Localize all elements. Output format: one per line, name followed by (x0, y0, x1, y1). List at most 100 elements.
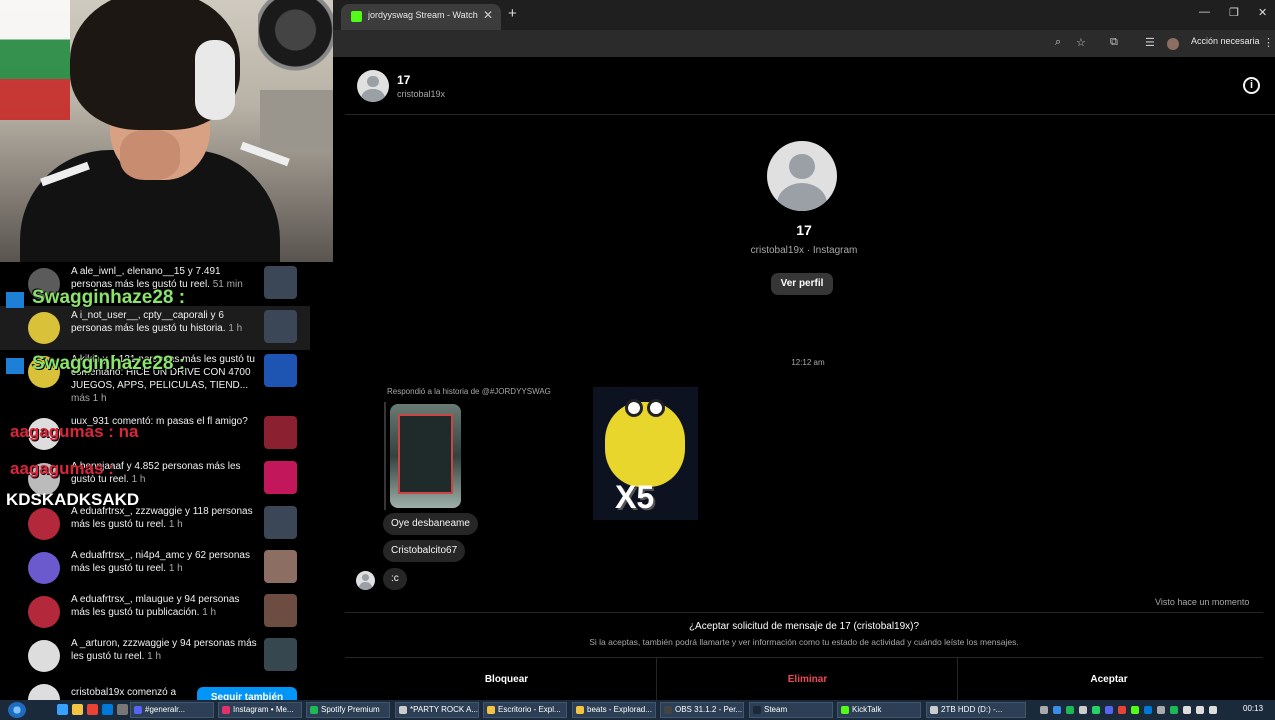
header-username: cristobal19x (397, 89, 446, 99)
app-icon[interactable] (117, 704, 128, 715)
taskbar-item[interactable]: KickTalk (837, 702, 921, 718)
notification-thumbnail (264, 506, 297, 539)
start-button[interactable] (8, 702, 26, 718)
message-bubble[interactable]: Oye desbaneame (383, 513, 478, 535)
volume-icon[interactable] (1183, 706, 1191, 714)
system-tray (1040, 703, 1235, 717)
accept-button[interactable]: Aceptar (959, 658, 1259, 702)
request-title: ¿Aceptar solicitud de mensaje de 17 (cri… (688, 621, 920, 632)
fan-object (258, 0, 333, 100)
notification-time: 1 h (202, 607, 217, 618)
tray-icon[interactable] (1040, 706, 1048, 714)
taskbar-item[interactable]: *PARTY ROCK A... (395, 702, 479, 718)
minimize-button[interactable]: — (1199, 6, 1210, 18)
browser-toolbar: ⌕ ☆ ⧉ ☰ Acción necesaria ⋮ (333, 30, 1275, 57)
tray-icon[interactable] (1079, 706, 1087, 714)
notification-item[interactable]: A eduafrtrsx_, mlaugue y 94 personas más… (0, 590, 310, 634)
avatar (28, 684, 60, 700)
tray-icon[interactable] (1053, 706, 1061, 714)
maximize-button[interactable]: ❐ (1229, 6, 1239, 19)
tray-icon[interactable] (1144, 706, 1152, 714)
notification-time: 1 h (168, 519, 183, 530)
taskbar-item[interactable]: Escritorio - Expl... (483, 702, 567, 718)
taskbar-item[interactable]: Spotify Premium (306, 702, 390, 718)
dm-header: 17 cristobal19x i (345, 57, 1275, 115)
sticker-eye (625, 399, 643, 417)
notification-thumbnail (264, 310, 297, 343)
notification-text: A i_not_user__, cpty__caporali y 6 perso… (71, 310, 226, 334)
chat-overlay-text: Swagginhaze28 : (32, 353, 186, 374)
clock[interactable]: 00:13 (1243, 704, 1263, 713)
person-hand (120, 130, 180, 180)
request-actions: Bloquear Eliminar Aceptar (345, 657, 1263, 702)
sticker-image[interactable]: X5 (593, 387, 698, 520)
notification-text: A _arturon, zzzwaggie y 94 personas más … (71, 638, 257, 662)
tray-icon[interactable] (1170, 706, 1178, 714)
avatar[interactable] (357, 70, 389, 102)
reading-list-icon[interactable]: ☰ (1145, 36, 1155, 49)
profile-name: 17 (796, 222, 812, 238)
notification-time: 1 h (228, 323, 243, 334)
notification-item[interactable]: A eduafrtrsx_, ni4p4_amc y 62 personas m… (0, 546, 310, 590)
profile-avatar-icon[interactable] (1167, 38, 1179, 50)
taskbar-item[interactable]: #generalr... (130, 702, 214, 718)
taskbar-item[interactable]: OBS 31.1.2 - Per... (660, 702, 744, 718)
browser-window: jordyyswag Stream - Watch Live ✕ + — ❐ ✕… (333, 0, 1275, 702)
battery-icon[interactable] (1209, 706, 1217, 714)
tray-icon[interactable] (1118, 706, 1126, 714)
sticker-eye (647, 399, 665, 417)
tab-kick-stream[interactable]: jordyyswag Stream - Watch Live ✕ (341, 4, 501, 30)
tray-icon[interactable] (1157, 706, 1165, 714)
stream-overlay: A ale_iwnl_, elenano__15 y 7.491 persona… (0, 0, 333, 700)
tab-close-icon[interactable]: ✕ (483, 8, 493, 22)
story-thumbnail[interactable] (390, 404, 461, 508)
menu-icon[interactable]: ⋮ (1263, 36, 1274, 49)
action-required-button[interactable]: Acción necesaria (1191, 36, 1260, 46)
story-screen-image (398, 414, 453, 494)
taskbar-item[interactable]: Instagram • Me... (218, 702, 302, 718)
message-bubble[interactable]: :c (383, 568, 407, 590)
avatar (28, 552, 60, 584)
chat-overlay-text: KDSKADKSAKD (6, 490, 140, 509)
tray-icon[interactable] (1066, 706, 1074, 714)
avatar (28, 596, 60, 628)
zoom-icon[interactable]: ⌕ (1055, 36, 1061, 49)
follow-back-button[interactable]: Seguir también (197, 687, 297, 700)
avatar (28, 640, 60, 672)
header-name[interactable]: 17 (397, 73, 410, 87)
notification-item[interactable]: A _arturon, zzzwaggie y 94 personas más … (0, 634, 310, 678)
taskbar-item[interactable]: beats - Explorad... (572, 702, 656, 718)
tray-icon[interactable] (1105, 706, 1113, 714)
tray-icon[interactable] (1092, 706, 1100, 714)
scrollbar[interactable] (1261, 117, 1267, 697)
close-window-button[interactable]: ✕ (1258, 6, 1267, 19)
delete-button[interactable]: Eliminar (658, 658, 958, 702)
bookmark-star-icon[interactable]: ☆ (1076, 36, 1086, 49)
reply-quote-bar (384, 402, 386, 510)
ie-icon[interactable] (57, 704, 68, 715)
tab-title: jordyyswag Stream - Watch Live (368, 10, 478, 20)
webcam-feed (0, 0, 333, 262)
notification-list: A ale_iwnl_, elenano__15 y 7.491 persona… (0, 262, 333, 700)
folder-icon[interactable] (72, 704, 83, 715)
view-profile-button[interactable]: Ver perfil (771, 273, 833, 295)
chat-badge-icon (6, 358, 24, 374)
chat-overlay-text: aagagumas : na (10, 422, 139, 441)
store-icon[interactable] (102, 704, 113, 715)
taskbar-item[interactable]: 2TB HDD (D:) -... (926, 702, 1026, 718)
taskbar-item[interactable]: Steam (749, 702, 833, 718)
message-bubble[interactable]: Cristobalcito67 (383, 540, 466, 562)
chrome-icon[interactable] (87, 704, 98, 715)
block-button[interactable]: Bloquear (357, 658, 657, 702)
avatar (28, 312, 60, 344)
extensions-icon[interactable]: ⧉ (1110, 36, 1118, 49)
tray-icon[interactable] (1131, 706, 1139, 714)
info-icon[interactable]: i (1243, 77, 1260, 94)
avatar (356, 571, 375, 590)
notification-item[interactable]: A i_not_user__, cpty__caporali y 6 perso… (0, 306, 310, 350)
profile-avatar (767, 141, 837, 211)
new-tab-button[interactable]: + (508, 5, 517, 22)
notification-time: 1 h (168, 563, 183, 574)
instagram-dm-page: 17 cristobal19x i 17 cristobal19x · Inst… (333, 57, 1275, 702)
network-icon[interactable] (1196, 706, 1204, 714)
